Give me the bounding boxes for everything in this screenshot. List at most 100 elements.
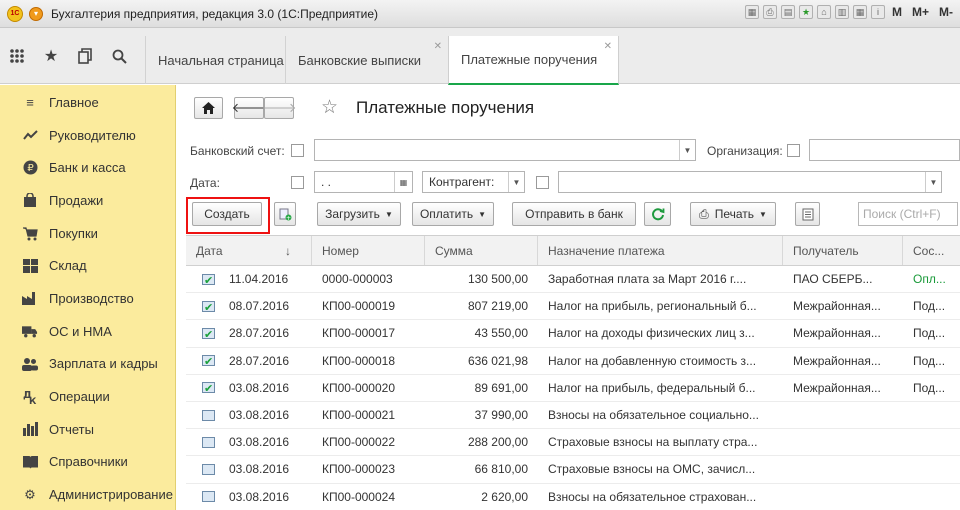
recipient-cell	[783, 402, 903, 428]
column-header-sum[interactable]: Сумма	[425, 236, 538, 265]
close-icon[interactable]: ✕	[604, 41, 612, 52]
print-button[interactable]: ⎙ Печать ▼	[690, 202, 776, 226]
history-icon[interactable]: ▥	[834, 5, 849, 19]
back-button[interactable]: 🡐	[232, 97, 266, 119]
sidebar-item-reports[interactable]: Отчеты	[0, 413, 175, 446]
sidebar-item-purchases[interactable]: Покупки	[0, 217, 175, 250]
load-button[interactable]: Загрузить ▼	[317, 202, 401, 226]
table-row[interactable]: ✔ 03.08.2016 КП00-000020 89 691,00 Налог на …	[186, 375, 960, 402]
report-button[interactable]	[795, 202, 820, 226]
number-cell: КП00-000022	[322, 435, 396, 450]
date-field[interactable]: . . ▦	[314, 171, 413, 193]
table-row[interactable]: 03.08.2016 КП00-000022 288 200,00 Страховые…	[186, 429, 960, 457]
app-menu-icon[interactable]: ▾	[29, 6, 43, 21]
table-row[interactable]: ✔ 08.07.2016 КП00-000019 807 219,00 Налог на…	[186, 293, 960, 321]
operations-icon: ДК	[22, 389, 38, 405]
favorites-star-icon[interactable]: ★	[798, 5, 813, 19]
sum-cell: 130 500,00	[467, 272, 528, 287]
bank-account-field[interactable]: ▼	[314, 139, 696, 161]
document-icon	[802, 208, 813, 220]
search-input[interactable]: Поиск (Ctrl+F)	[858, 202, 958, 226]
posted-document-icon: ✔	[202, 273, 215, 286]
sidebar-item-bank-cash[interactable]: ₽ Банк и касса	[0, 151, 175, 184]
sidebar-item-sales[interactable]: Продажи	[0, 184, 175, 217]
recipient-cell: Межрайонная...	[793, 380, 881, 395]
sidebar-item-fixed-assets[interactable]: ОС и НМА	[0, 315, 175, 348]
sidebar-item-label: Зарплата и кадры	[49, 356, 158, 372]
ruble-coin-icon: ₽	[22, 160, 38, 176]
sidebar-item-production[interactable]: Производство	[0, 282, 175, 315]
counterparty-type-select[interactable]: Контрагент: ▼	[422, 171, 525, 193]
posted-document-icon: ✔	[202, 355, 215, 369]
status-cell	[903, 429, 960, 455]
home-icon[interactable]: ⌂	[816, 5, 831, 19]
check-icon: ✔	[204, 356, 214, 369]
column-header-status[interactable]: Сос...	[903, 236, 960, 265]
titlebar-tools: ▦ ⎙ ▤ ★ ⌂ ▥ ▦ i M M+ M-	[744, 5, 956, 19]
send-to-bank-button[interactable]: Отправить в банк	[512, 202, 636, 226]
tab-home-page[interactable]: Начальная страница	[145, 36, 285, 84]
status-cell	[903, 402, 960, 428]
status-cell	[903, 456, 960, 482]
favorites-star-icon[interactable]: ★	[34, 28, 68, 84]
preview-icon[interactable]: ▤	[780, 5, 795, 19]
copy-button[interactable]: +	[274, 202, 296, 226]
sidebar-item-main[interactable]: ≡ Главное	[0, 86, 175, 119]
home-button[interactable]	[194, 97, 223, 119]
refresh-button[interactable]	[644, 202, 671, 226]
history-icon[interactable]	[68, 28, 102, 84]
forward-button[interactable]: 🡒	[262, 97, 296, 119]
close-icon[interactable]: ✕	[434, 41, 442, 52]
purpose-cell: Заработная плата за Март 2016 г....	[548, 272, 747, 287]
tab-payment-orders[interactable]: Платежные поручения ✕	[448, 36, 619, 85]
sidebar-item-warehouse[interactable]: Склад	[0, 249, 175, 282]
create-button[interactable]: Создать	[192, 202, 262, 226]
bank-account-checkbox[interactable]	[291, 144, 304, 157]
table-row[interactable]: 03.08.2016 КП00-000024 2 620,00 Взносы на о…	[186, 484, 960, 510]
counterparty-checkbox[interactable]	[536, 176, 549, 189]
info-icon[interactable]: i	[870, 5, 885, 19]
sidebar-item-directories[interactable]: Справочники	[0, 446, 175, 479]
check-icon: ✔	[204, 328, 214, 341]
table-row[interactable]: ✔ 11.04.2016 0000-000003 130 500,00 Заработн…	[186, 266, 960, 294]
sidebar-item-label: Главное	[49, 94, 99, 110]
search-icon[interactable]	[102, 28, 136, 84]
sidebar-item-salary-hr[interactable]: Зарплата и кадры	[0, 348, 175, 381]
pay-button[interactable]: Оплатить ▼	[412, 202, 494, 226]
calculator-icon[interactable]: ▦	[744, 5, 759, 19]
table-row[interactable]: 03.08.2016 КП00-000021 37 990,00 Взносы на …	[186, 402, 960, 430]
table-row[interactable]: ✔ 28.07.2016 КП00-000017 43 550,00 Налог на …	[186, 320, 960, 348]
sidebar-item-operations[interactable]: ДК Операции	[0, 380, 175, 413]
document-icon	[202, 436, 215, 448]
organization-checkbox[interactable]	[787, 144, 800, 157]
sidebar-item-administration[interactable]: ⚙ Администрирование	[0, 478, 175, 510]
document-icon	[202, 463, 215, 475]
calendar-icon[interactable]: ▦	[394, 172, 412, 192]
calendar-icon[interactable]: ▦	[852, 5, 867, 19]
chevron-down-icon[interactable]: ▼	[925, 172, 941, 192]
copy-add-icon: +	[279, 208, 291, 221]
app-logo-icon[interactable]: 1С	[7, 5, 23, 22]
chevron-down-icon[interactable]: ▼	[508, 172, 524, 192]
memory-mplus-button[interactable]: M+	[909, 5, 932, 19]
date-checkbox[interactable]	[291, 176, 304, 189]
column-header-number[interactable]: Номер	[312, 236, 425, 265]
counterparty-field[interactable]: ▼	[558, 171, 942, 193]
chevron-down-icon[interactable]: ▼	[679, 140, 695, 160]
column-header-recipient[interactable]: Получатель	[783, 236, 903, 265]
favorite-star-icon[interactable]: ☆	[321, 96, 338, 119]
table-row[interactable]: ✔ 28.07.2016 КП00-000018 636 021,98 Налог на…	[186, 348, 960, 375]
all-functions-grid-icon[interactable]	[0, 28, 34, 84]
column-header-purpose[interactable]: Назначение платежа	[538, 236, 783, 265]
posted-document-icon: ✔	[202, 300, 215, 313]
warehouse-grid-icon	[22, 258, 38, 274]
tab-bank-statements[interactable]: Банковские выписки ✕	[285, 36, 448, 84]
memory-mminus-button[interactable]: M-	[936, 5, 956, 19]
memory-m-button[interactable]: M	[889, 5, 905, 19]
column-header-date[interactable]: Дата ↓	[186, 236, 312, 265]
sidebar-item-manager[interactable]: Руководителю	[0, 119, 175, 152]
organization-field[interactable]	[809, 139, 960, 161]
table-header: Дата ↓ Номер Сумма Назначение платежа По…	[186, 236, 960, 266]
print-icon[interactable]: ⎙	[762, 5, 777, 19]
table-row[interactable]: 03.08.2016 КП00-000023 66 810,00 Страховые …	[186, 456, 960, 484]
